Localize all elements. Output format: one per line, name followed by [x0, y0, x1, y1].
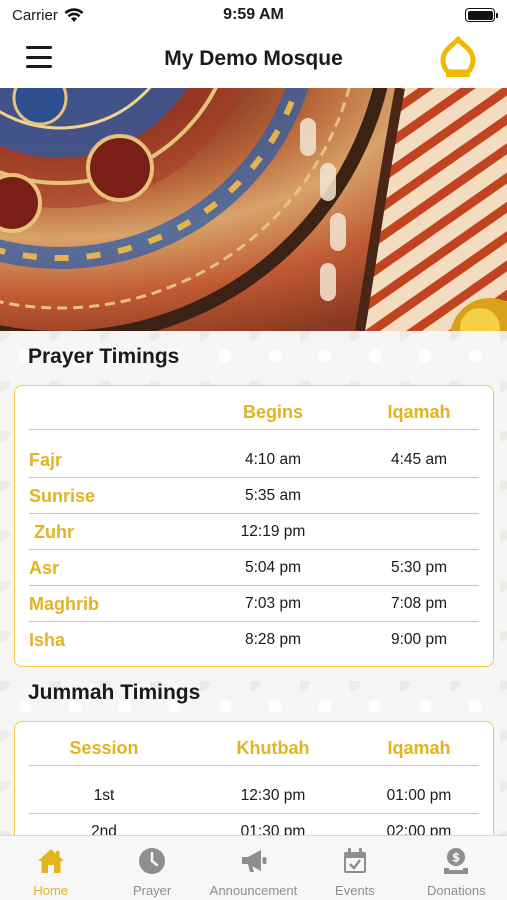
navigation-bar: My Demo Mosque — [0, 30, 507, 88]
prayer-begins: 12:19 pm — [240, 523, 306, 540]
prayer-row-asr: Asr 5:04 pm 5:30 pm — [29, 550, 479, 586]
prayer-begins: 8:28 pm — [244, 631, 301, 648]
tab-label: Home — [33, 883, 69, 898]
prayer-begins: 5:35 am — [244, 487, 301, 504]
jummah-timings-card: Session Khutbah Iqamah 1st 12:30 pm 01:0… — [14, 721, 494, 835]
prayer-iqamah — [349, 514, 489, 550]
prayer-name: Maghrib — [29, 594, 99, 614]
prayer-iqamah — [349, 478, 489, 514]
mosque-ceiling-banner-image — [0, 88, 507, 331]
session-header: Session — [69, 738, 139, 758]
calendar-icon — [343, 848, 366, 873]
tab-label: Donations — [427, 883, 486, 898]
tab-label: Announcement — [209, 883, 298, 898]
prayer-begins: 5:04 pm — [244, 559, 301, 576]
prayer-begins: 4:10 am — [244, 451, 301, 468]
donation-icon: $ — [444, 848, 469, 874]
jummah-row: 1st 12:30 pm 01:00 pm — [29, 778, 479, 814]
clock-time: 9:59 AM — [223, 6, 284, 23]
prayer-name: Asr — [29, 558, 60, 578]
home-icon — [37, 849, 64, 873]
prayer-begins: 7:03 pm — [244, 595, 301, 612]
tab-prayer[interactable]: Prayer — [101, 836, 202, 900]
jummah-session: 1st — [93, 787, 115, 804]
iqamah-header: Iqamah — [387, 738, 451, 758]
jummah-khutbah: 12:30 pm — [240, 787, 306, 804]
megaphone-icon — [241, 850, 267, 872]
tab-label: Events — [335, 883, 375, 898]
prayer-row-isha: Isha 8:28 pm 9:00 pm — [29, 622, 479, 658]
prayer-row-zuhr: Zuhr 12:19 pm — [29, 514, 479, 550]
prayer-timings-card: Begins Iqamah Fajr 4:10 am 4:45 am Sunri… — [14, 385, 494, 667]
status-bar: Carrier 9:59 AM — [0, 0, 507, 30]
tab-home[interactable]: Home — [0, 836, 101, 900]
jummah-table-header: Session Khutbah Iqamah — [29, 730, 479, 766]
prayer-name: Zuhr — [29, 522, 74, 542]
tab-events[interactable]: Events — [304, 836, 405, 900]
prayer-iqamah: 4:45 am — [390, 451, 447, 468]
jummah-iqamah: 02:00 pm — [386, 823, 452, 835]
prayer-iqamah: 5:30 pm — [390, 559, 447, 576]
prayer-timings-title: Prayer Timings — [28, 345, 180, 368]
prayer-table-header: Begins Iqamah — [29, 394, 479, 430]
iqamah-header: Iqamah — [387, 402, 451, 422]
jummah-row: 2nd 01:30 pm 02:00 pm — [29, 814, 479, 835]
page-title: My Demo Mosque — [164, 47, 343, 70]
jummah-session: 2nd — [91, 823, 117, 835]
tab-donations[interactable]: $ Donations — [406, 836, 507, 900]
svg-text:$: $ — [452, 851, 460, 865]
khutbah-header: Khutbah — [236, 738, 310, 758]
jummah-khutbah: 01:30 pm — [240, 823, 306, 835]
prayer-name: Isha — [29, 630, 66, 650]
battery-icon — [465, 8, 498, 22]
prayer-row-fajr: Fajr 4:10 am 4:45 am — [29, 442, 479, 478]
mosque-dome-logo-icon[interactable] — [435, 36, 481, 82]
prayer-name: Sunrise — [29, 486, 96, 506]
clock-icon — [139, 848, 166, 874]
tab-announcement[interactable]: Announcement — [203, 836, 304, 900]
jummah-iqamah: 01:00 pm — [386, 787, 452, 804]
prayer-row-sunrise: Sunrise 5:35 am — [29, 478, 479, 514]
begins-header: Begins — [242, 402, 303, 422]
tab-label: Prayer — [132, 883, 172, 898]
prayer-iqamah: 7:08 pm — [390, 595, 447, 612]
bottom-tab-bar: Home Prayer Announcement Events $ Donati… — [0, 835, 507, 900]
jummah-timings-title: Jummah Timings — [28, 681, 201, 704]
hamburger-menu-button[interactable] — [26, 46, 52, 68]
prayer-row-maghrib: Maghrib 7:03 pm 7:08 pm — [29, 586, 479, 622]
main-content[interactable]: Prayer Timings Begins Iqamah Fajr 4:10 a… — [0, 331, 507, 835]
prayer-iqamah: 9:00 pm — [390, 631, 447, 648]
prayer-name: Fajr — [29, 450, 63, 470]
